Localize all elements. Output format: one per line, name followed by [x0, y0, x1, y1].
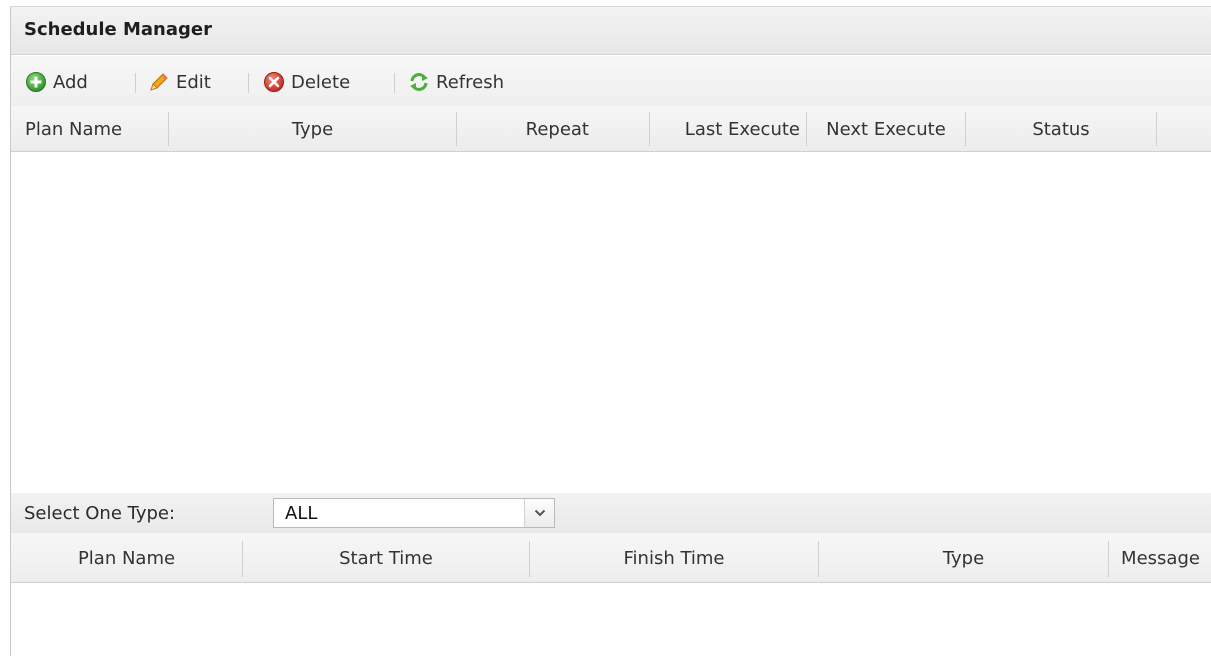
delete-button-label: Delete: [291, 71, 351, 93]
column-plan-name[interactable]: Plan Name: [11, 106, 168, 152]
chevron-down-icon[interactable]: [524, 499, 554, 527]
refresh-icon: [410, 73, 428, 91]
type-filter-label: Select One Type:: [24, 503, 176, 524]
edit-button-label: Edit: [176, 71, 211, 93]
log-column-finish-time[interactable]: Finish Time: [530, 533, 818, 583]
column-repeat[interactable]: Repeat: [457, 106, 649, 152]
toolbar-separator: [394, 73, 395, 93]
add-button[interactable]: Add: [25, 69, 88, 95]
delete-icon: [264, 72, 284, 92]
column-separator[interactable]: [1156, 112, 1157, 146]
toolbar-separator: [248, 73, 249, 93]
delete-button[interactable]: Delete: [263, 69, 350, 95]
type-select[interactable]: ALL: [273, 498, 555, 528]
add-icon: [26, 72, 46, 92]
panel-header: Schedule Manager: [11, 7, 1211, 55]
log-column-type[interactable]: Type: [819, 533, 1108, 583]
plans-grid-header: Plan Name Type Repeat Last Execute Next …: [11, 106, 1211, 152]
type-filter-bar: Select One Type: ALL: [11, 493, 1211, 533]
panel-title: Schedule Manager: [24, 19, 212, 40]
log-column-start-time[interactable]: Start Time: [243, 533, 529, 583]
log-grid-body[interactable]: [11, 583, 1211, 657]
column-status[interactable]: Status: [966, 106, 1156, 152]
plans-grid-body[interactable]: [11, 152, 1211, 493]
log-column-plan-name[interactable]: Plan Name: [11, 533, 242, 583]
add-button-label: Add: [53, 71, 88, 93]
type-select-value: ALL: [285, 503, 318, 524]
schedule-manager-panel: Schedule Manager Add Edit Delete Refresh…: [10, 6, 1211, 657]
log-column-message[interactable]: Message: [1109, 533, 1211, 583]
toolbar: Add Edit Delete Refresh: [11, 56, 1211, 108]
edit-button[interactable]: Edit: [148, 69, 211, 95]
refresh-button[interactable]: Refresh: [408, 69, 504, 95]
pencil-icon: [150, 73, 168, 91]
log-grid-header: Plan Name Start Time Finish Time Type Me…: [11, 533, 1211, 583]
column-last-execute[interactable]: Last Execute: [650, 106, 806, 152]
column-type[interactable]: Type: [169, 106, 456, 152]
column-next-execute[interactable]: Next Execute: [807, 106, 965, 152]
refresh-button-label: Refresh: [436, 71, 504, 93]
toolbar-separator: [135, 73, 136, 93]
